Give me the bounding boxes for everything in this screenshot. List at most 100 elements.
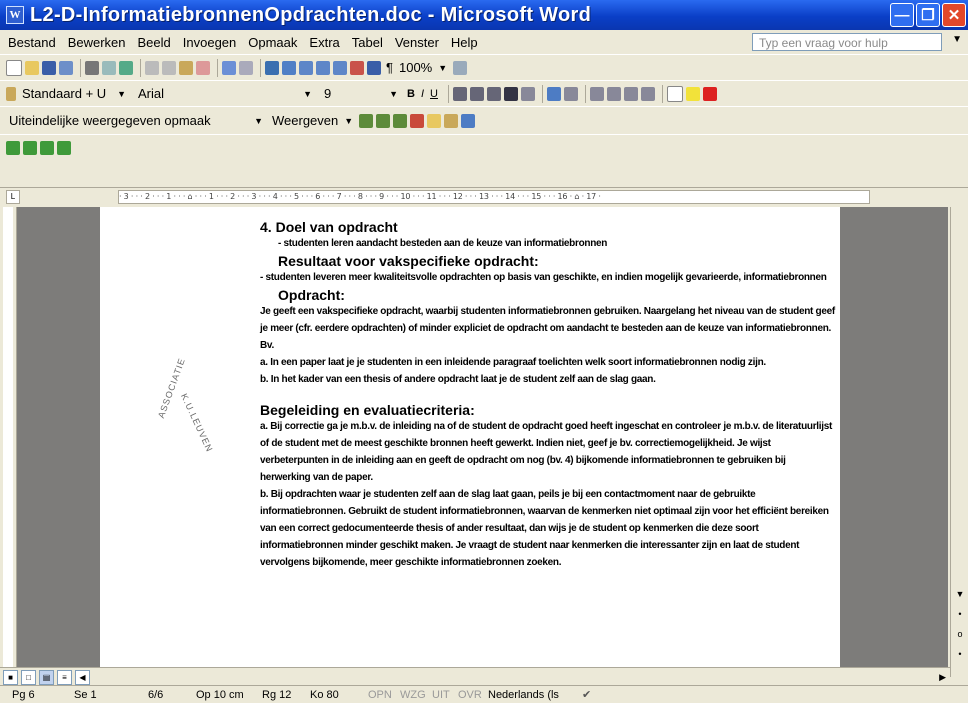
style-select[interactable]: Standaard + U ▼ <box>19 85 129 103</box>
zoom-dropdown-icon[interactable]: ▼ <box>438 63 447 73</box>
toolbar-icon-2[interactable] <box>23 140 37 155</box>
horizontal-ruler[interactable]: · 3 · · · 2 · · · 1 · · · ⌂ · · · 1 · · … <box>118 190 870 204</box>
status-ovr[interactable]: OVR <box>458 689 482 701</box>
help-dropdown-icon[interactable]: ▼ <box>952 34 962 45</box>
restore-icon[interactable]: ❐ <box>916 3 940 27</box>
copy-icon[interactable] <box>162 60 176 75</box>
tables-borders-icon[interactable] <box>282 60 296 75</box>
decrease-indent-icon[interactable] <box>623 86 638 101</box>
show-hide-icon[interactable]: ¶ <box>386 60 393 75</box>
save-icon[interactable] <box>42 60 56 75</box>
menu-invoegen[interactable]: Invoegen <box>183 35 237 50</box>
font-select[interactable]: Arial ▼ <box>135 85 315 103</box>
underline-icon[interactable]: U <box>430 88 438 100</box>
align-right-icon[interactable] <box>486 86 501 101</box>
next-page-icon[interactable]: • <box>953 647 967 661</box>
normal-view-icon[interactable]: ■ <box>3 669 18 685</box>
menu-bestand[interactable]: Bestand <box>8 35 56 50</box>
align-center-icon[interactable] <box>469 86 484 101</box>
help-search-input[interactable]: Typ een vraag voor hulp <box>752 33 942 51</box>
bold-icon[interactable]: B <box>407 88 415 100</box>
scroll-right-icon[interactable]: ▶ <box>939 672 946 683</box>
increase-indent-icon[interactable] <box>640 86 655 101</box>
hyperlink-icon[interactable] <box>265 60 279 75</box>
font-color-icon[interactable] <box>702 86 717 101</box>
vertical-ruler[interactable] <box>0 207 17 667</box>
word-icon[interactable]: W <box>6 6 24 24</box>
permission-icon[interactable] <box>59 60 73 75</box>
menu-help[interactable]: Help <box>451 35 478 50</box>
align-left-icon[interactable] <box>452 86 467 101</box>
bullets-icon[interactable] <box>606 86 621 101</box>
previous-page-icon[interactable]: • <box>953 607 967 621</box>
vertical-scrollbar[interactable]: ▼ • o • <box>950 207 968 677</box>
track-changes-icon[interactable] <box>444 113 459 128</box>
previous-change-icon[interactable] <box>359 113 374 128</box>
spelling-icon[interactable] <box>119 60 133 75</box>
redo-icon[interactable] <box>239 60 253 75</box>
new-document-icon[interactable] <box>6 59 22 76</box>
document-map-icon[interactable] <box>367 60 381 75</box>
display-for-review-select[interactable]: Uiteindelijke weergegeven opmaak ▼ <box>6 112 266 130</box>
status-trk[interactable]: WZG <box>400 689 426 701</box>
tab-selector-icon[interactable]: L <box>6 190 20 204</box>
zoom-value[interactable]: 100% <box>399 60 432 75</box>
cut-icon[interactable] <box>145 60 159 75</box>
web-view-icon[interactable]: □ <box>21 669 36 685</box>
font-size-select[interactable]: 9 ▼ <box>321 85 401 103</box>
drawing-icon[interactable] <box>350 60 364 75</box>
chevron-down-icon: ▼ <box>389 88 398 99</box>
undo-icon[interactable] <box>222 60 236 75</box>
status-ext[interactable]: UIT <box>432 689 450 701</box>
numbering-icon[interactable] <box>589 86 604 101</box>
horizontal-scrollbar[interactable]: ■ □ ▤ ≡ ◀ ▶ <box>0 667 950 686</box>
menu-venster[interactable]: Venster <box>395 35 439 50</box>
insert-excel-icon[interactable] <box>316 60 330 75</box>
scroll-down-icon[interactable]: ▼ <box>953 587 967 601</box>
reject-change-icon[interactable] <box>410 113 425 128</box>
close-icon[interactable]: ✕ <box>942 3 966 27</box>
heading-resultaat: Resultaat voor vakspecifieke opdracht: <box>278 253 539 269</box>
open-icon[interactable] <box>25 60 39 75</box>
help-icon[interactable] <box>453 60 468 75</box>
toolbar-icon-1[interactable] <box>6 140 20 155</box>
document-content[interactable]: 4. Doel van opdracht - studenten leren a… <box>260 219 835 571</box>
print-preview-icon[interactable] <box>102 60 116 75</box>
status-rec[interactable]: OPN <box>368 689 392 701</box>
columns-icon[interactable] <box>333 60 347 75</box>
insert-comment-icon[interactable] <box>427 113 442 128</box>
vertical-ruler-track <box>3 207 13 667</box>
chevron-down-icon[interactable]: ▼ <box>344 116 353 126</box>
insert-table-icon[interactable] <box>299 60 313 75</box>
menu-opmaak[interactable]: Opmaak <box>248 35 297 50</box>
accept-change-icon[interactable] <box>393 113 408 128</box>
separator <box>217 58 218 77</box>
menu-beeld[interactable]: Beeld <box>138 35 171 50</box>
menu-extra[interactable]: Extra <box>309 35 339 50</box>
next-change-icon[interactable] <box>376 113 391 128</box>
ltr-icon[interactable] <box>546 86 561 101</box>
rtl-icon[interactable] <box>563 86 578 101</box>
italic-icon[interactable]: I <box>421 88 424 100</box>
browse-object-icon[interactable]: o <box>953 627 967 641</box>
highlight-icon[interactable] <box>685 86 700 101</box>
print-icon[interactable] <box>85 60 99 75</box>
spelling-status-icon[interactable]: ✔ <box>582 688 591 701</box>
toolbar-icon-3[interactable] <box>40 140 54 155</box>
menu-tabel[interactable]: Tabel <box>352 35 383 50</box>
print-view-icon[interactable]: ▤ <box>39 669 54 685</box>
menu-bewerken[interactable]: Bewerken <box>68 35 126 50</box>
format-painter-icon[interactable] <box>196 60 210 75</box>
styles-icon[interactable] <box>6 86 16 101</box>
line-spacing-icon[interactable] <box>520 86 535 101</box>
outline-view-icon[interactable]: ≡ <box>57 669 72 685</box>
separator <box>260 58 261 77</box>
paste-icon[interactable] <box>179 60 193 75</box>
toolbar-icon-4[interactable] <box>57 140 71 155</box>
border-icon[interactable] <box>666 85 683 102</box>
show-menu-button[interactable]: Weergeven <box>272 113 338 128</box>
scroll-left-icon[interactable]: ◀ <box>75 669 90 685</box>
justify-icon[interactable] <box>503 86 518 101</box>
reviewing-pane-icon[interactable] <box>461 113 476 128</box>
minimize-icon[interactable]: — <box>890 3 914 27</box>
